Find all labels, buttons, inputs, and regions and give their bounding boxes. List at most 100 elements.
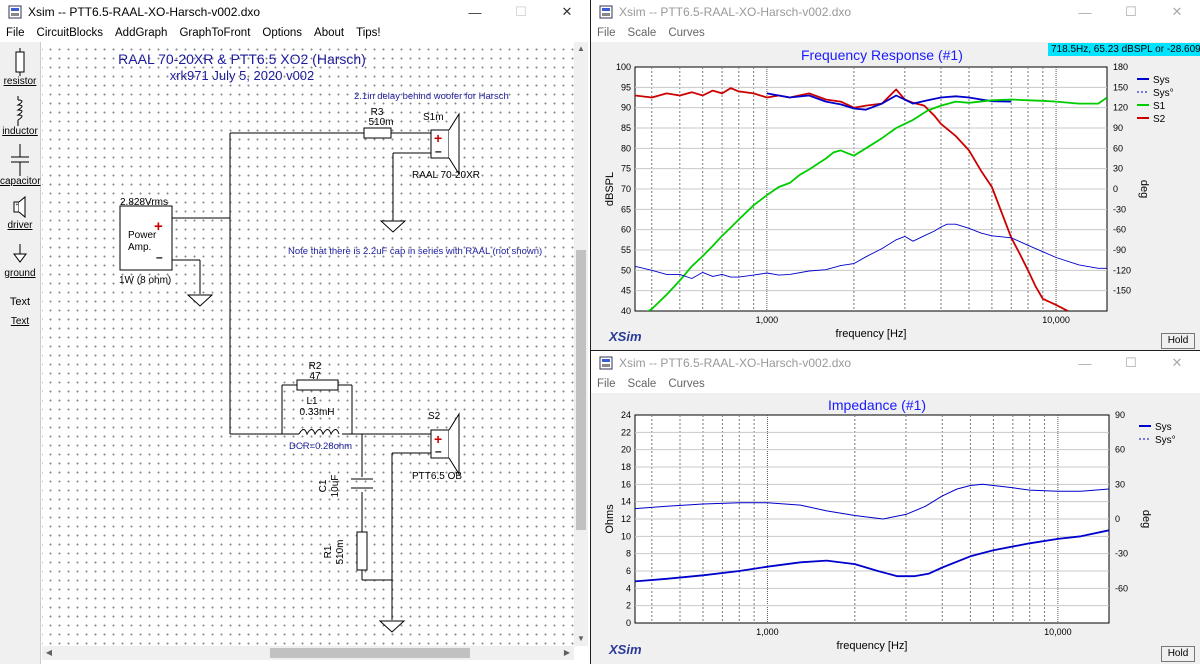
r1-resistor[interactable] xyxy=(356,531,368,571)
y-tick-label: 20 xyxy=(621,445,631,455)
driver-icon: + xyxy=(13,195,26,219)
tool-capacitor[interactable]: capacitor xyxy=(0,144,41,187)
tool-ground[interactable]: ground xyxy=(0,242,40,279)
y2-axis-label: deg xyxy=(1138,180,1150,198)
menu-scale[interactable]: Scale xyxy=(622,27,663,39)
s1-name: S1m xyxy=(423,112,444,123)
capacitor-icon xyxy=(11,144,29,176)
c1-name: C1 xyxy=(318,479,329,492)
schematic-vertical-scrollbar[interactable]: ▲ ▼ xyxy=(574,42,588,646)
s1-model: RAAL 70-20XR xyxy=(412,170,480,181)
tool-label-ground: ground xyxy=(4,268,36,279)
scrollbar-thumb[interactable] xyxy=(270,648,470,658)
tool-driver[interactable]: + driver xyxy=(0,194,40,231)
source-label-amp: Amp. xyxy=(128,242,151,253)
x-axis-label: frequency [Hz] xyxy=(837,640,908,652)
menu-tips[interactable]: Tips! xyxy=(350,27,387,39)
tool-resistor[interactable]: resistor xyxy=(0,48,40,87)
tool-inductor[interactable]: inductor xyxy=(0,96,40,137)
minimize-button[interactable]: — xyxy=(1062,0,1108,24)
r1-name: R1 xyxy=(323,545,334,558)
schematic-canvas[interactable]: RAAL 70-20XR & PTT6.5 XO2 (Harsch) xrk97… xyxy=(42,42,574,646)
freq-titlebar[interactable]: Xsim -- PTT6.5-RAAL-XO-Harsch-v002.dxo —… xyxy=(591,0,1200,24)
y2-tick-label: -150 xyxy=(1113,286,1131,296)
y-tick-label: 75 xyxy=(621,164,631,174)
c1-capacitor[interactable] xyxy=(351,478,373,489)
frequency-response-chart[interactable]: 40 45 50 55 60 65 70 75 80 85 90 95 100 -150 -120 -90 -6… xyxy=(591,42,1200,350)
window-title: Xsim -- PTT6.5-RAAL-XO-Harsch-v002.dxo xyxy=(619,356,852,370)
y-tick-label: 22 xyxy=(621,427,631,437)
menu-file[interactable]: File xyxy=(591,27,622,39)
y2-tick-label: 30 xyxy=(1115,479,1125,489)
ground-symbol xyxy=(378,620,406,633)
l1-inductor[interactable] xyxy=(298,429,340,436)
delay-note: 2.1in delay behind woofer for Harsch xyxy=(354,91,509,102)
tool-label-resistor: resistor xyxy=(3,76,37,87)
menu-curves[interactable]: Curves xyxy=(662,378,710,390)
y2-tick-label: 180 xyxy=(1113,62,1128,72)
scroll-right-arrow-icon[interactable]: ▶ xyxy=(560,646,574,660)
y-tick-label: 70 xyxy=(621,184,631,194)
resistor-icon xyxy=(15,48,25,76)
minimize-button[interactable]: — xyxy=(1062,351,1108,375)
imp-titlebar[interactable]: Xsim -- PTT6.5-RAAL-XO-Harsch-v002.dxo —… xyxy=(591,351,1200,375)
schematic-horizontal-scrollbar[interactable]: ◀ ▶ xyxy=(42,646,574,660)
scroll-up-arrow-icon[interactable]: ▲ xyxy=(574,42,588,56)
scroll-down-arrow-icon[interactable]: ▼ xyxy=(574,632,588,646)
y2-tick-label: 150 xyxy=(1113,82,1128,92)
menu-file[interactable]: File xyxy=(591,378,622,390)
hold-button[interactable]: Hold xyxy=(1161,646,1195,662)
r3-resistor[interactable] xyxy=(363,127,392,139)
maximize-button[interactable]: ☐ xyxy=(1108,0,1154,24)
menu-circuitblocks[interactable]: CircuitBlocks xyxy=(31,27,109,39)
tool-text[interactable]: Text Text xyxy=(0,296,40,327)
menu-graphtofront[interactable]: GraphToFront xyxy=(173,27,256,39)
scroll-left-arrow-icon[interactable]: ◀ xyxy=(42,646,56,660)
menu-file[interactable]: File xyxy=(0,27,31,39)
hold-button[interactable]: Hold xyxy=(1161,333,1195,349)
maximize-button[interactable]: ☐ xyxy=(1108,351,1154,375)
imp-graph-area[interactable]: Impedance (#1) 0 2 4 6 8 10 12 14 16 18 20 22 24 -60-… xyxy=(591,393,1200,664)
maximize-button[interactable]: ☐ xyxy=(498,0,544,24)
y2-tick-label: -30 xyxy=(1115,549,1128,559)
freq-graph-area[interactable]: Frequency Response (#1) 718.5Hz, 65.23 d… xyxy=(591,42,1200,350)
xsim-app-icon xyxy=(599,356,613,370)
y2-tick-label: -30 xyxy=(1113,204,1126,214)
y-tick-label: 45 xyxy=(621,286,631,296)
y2-tick-label: 90 xyxy=(1113,123,1123,133)
y-tick-label: 95 xyxy=(621,82,631,92)
menu-about[interactable]: About xyxy=(308,27,350,39)
y-tick-label: 60 xyxy=(621,225,631,235)
impedance-chart[interactable]: 024681012141618202224-60-3003060901,000 1… xyxy=(591,393,1200,664)
s1-driver[interactable]: + – xyxy=(430,112,460,176)
y-tick-label: 8 xyxy=(626,549,631,559)
y2-tick-label: 120 xyxy=(1113,103,1128,113)
scrollbar-thumb[interactable] xyxy=(576,250,586,530)
component-toolbox: resistor inductor capacitor + driver gro… xyxy=(0,42,41,664)
legend-entry: Sys° xyxy=(1153,88,1174,99)
schematic-titlebar[interactable]: Xsim -- PTT6.5-RAAL-XO-Harsch-v002.dxo —… xyxy=(0,0,590,24)
menu-scale[interactable]: Scale xyxy=(622,378,663,390)
l1-name: L1 xyxy=(306,396,318,407)
menu-addgraph[interactable]: AddGraph xyxy=(109,27,173,39)
s2-name: S2 xyxy=(428,411,441,422)
close-button[interactable]: ✕ xyxy=(1154,351,1200,375)
menu-options[interactable]: Options xyxy=(256,27,308,39)
menu-curves[interactable]: Curves xyxy=(662,27,710,39)
y2-tick-label: 30 xyxy=(1113,164,1123,174)
r2-value: 47 xyxy=(309,371,321,382)
window-title: Xsim -- PTT6.5-RAAL-XO-Harsch-v002.dxo xyxy=(619,5,852,19)
y-tick-label: 0 xyxy=(626,618,631,628)
minimize-button[interactable]: — xyxy=(452,0,498,24)
close-button[interactable]: ✕ xyxy=(1154,0,1200,24)
x-tick-label: 10,000 xyxy=(1042,315,1070,325)
y2-tick-label: -60 xyxy=(1113,225,1126,235)
frequency-response-window: Xsim -- PTT6.5-RAAL-XO-Harsch-v002.dxo —… xyxy=(591,0,1200,350)
inductor-icon xyxy=(16,96,23,126)
r1-value: 510m xyxy=(335,539,346,564)
close-button[interactable]: ✕ xyxy=(544,0,590,24)
s2-driver[interactable]: + – xyxy=(430,412,460,476)
schematic-subheading: xrk971 July 5, 2020 v002 xyxy=(170,68,315,83)
xsim-app-icon xyxy=(8,5,22,19)
power-amp-source[interactable]: Power Amp. + – xyxy=(119,205,173,271)
